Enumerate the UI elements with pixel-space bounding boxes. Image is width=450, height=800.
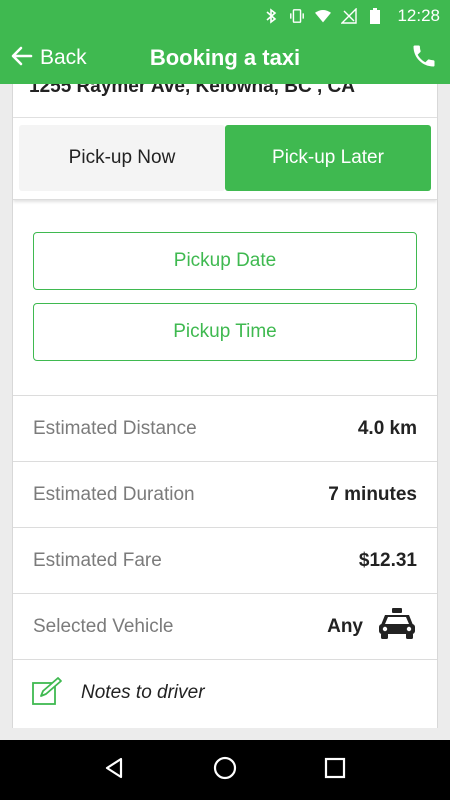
home-circle-icon [212,755,238,786]
status-bar: 12:28 [0,0,450,32]
pickup-mode-container: Pick-up Now Pick-up Later [13,118,437,200]
estimated-distance-row: Estimated Distance 4.0 km [13,396,437,462]
system-nav-bar [0,740,450,800]
booking-panel: 1255 Raymer Ave, Kelowna, BC , CA Pick-u… [12,84,438,728]
nav-recents-button[interactable] [315,750,355,790]
pickup-mode-toggle: Pick-up Now Pick-up Later [19,125,431,191]
phone-icon [410,42,438,75]
app-bar: Back Booking a taxi [0,32,450,84]
estimated-duration-value: 7 minutes [328,483,417,505]
address-text: 1255 Raymer Ave, Kelowna, BC , CA [29,84,355,97]
wifi-icon [315,8,332,24]
clock: 12:28 [397,6,440,25]
selected-vehicle-value-group: Any [327,607,417,646]
back-label: Back [40,46,87,69]
notes-to-driver-button[interactable]: Notes to driver [13,660,437,726]
vibrate-icon [289,8,305,24]
estimated-distance-value: 4.0 km [357,417,417,439]
taxi-icon [377,607,417,646]
battery-icon [367,8,383,24]
selected-vehicle-row[interactable]: Selected Vehicle Any [13,594,437,660]
estimated-fare-value: $12.31 [358,549,417,571]
arrow-left-icon [10,44,34,73]
nav-home-button[interactable] [205,750,245,790]
schedule-section: Pickup Date Pickup Time [13,200,437,396]
estimated-duration-label: Estimated Duration [33,483,195,505]
estimated-duration-row: Estimated Duration 7 minutes [13,462,437,528]
pickup-date-button[interactable]: Pickup Date [33,232,417,290]
bluetooth-icon [263,8,279,24]
estimated-distance-label: Estimated Distance [33,417,197,439]
selected-vehicle-label: Selected Vehicle [33,615,174,637]
recents-square-icon [324,757,346,784]
estimated-fare-row: Estimated Fare $12.31 [13,528,437,594]
edit-note-icon [31,676,63,711]
pickup-time-button[interactable]: Pickup Time [33,303,417,361]
back-button[interactable]: Back [0,32,110,84]
pickup-later-tab[interactable]: Pick-up Later [225,125,431,191]
nav-back-button[interactable] [95,750,135,790]
estimated-fare-label: Estimated Fare [33,549,162,571]
notes-to-driver-label: Notes to driver [81,682,205,703]
no-signal-icon [341,8,358,24]
back-triangle-icon [103,756,127,785]
pickup-now-tab[interactable]: Pick-up Now [19,125,225,191]
call-button[interactable] [408,42,440,74]
selected-vehicle-value: Any [327,615,363,637]
pickup-address: 1255 Raymer Ave, Kelowna, BC , CA [13,84,437,118]
